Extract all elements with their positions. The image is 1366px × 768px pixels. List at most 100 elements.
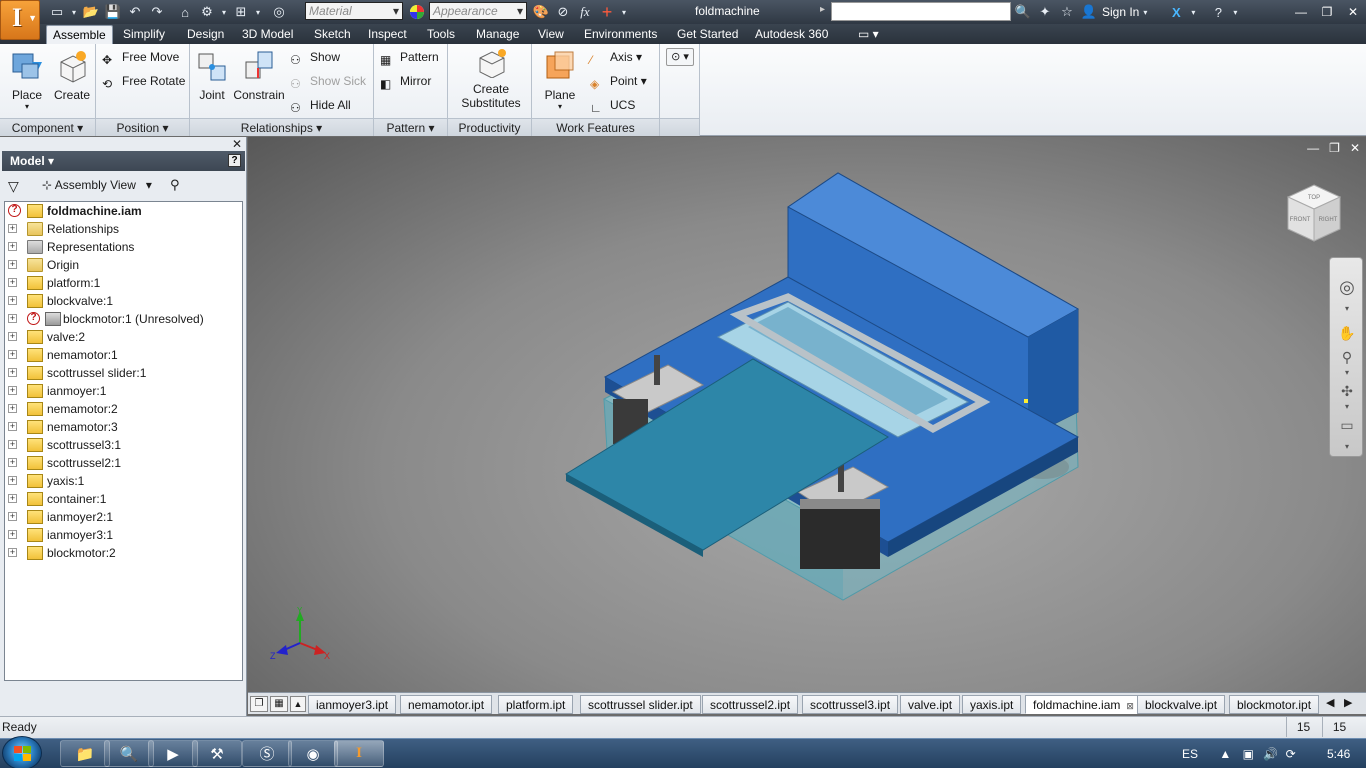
free-rotate-button[interactable]: ⟲ Free Rotate — [102, 71, 185, 91]
expand-icon[interactable]: + — [8, 278, 17, 287]
cascade-windows-icon[interactable]: ❐ — [250, 696, 268, 712]
start-button[interactable] — [2, 736, 42, 768]
expand-icon[interactable]: + — [8, 296, 17, 305]
add-icon[interactable]: + — [596, 2, 618, 22]
adjust-appearance-icon[interactable]: 🎨 — [530, 2, 552, 22]
tree-item[interactable]: + Relationships — [5, 220, 242, 238]
taskbar-explorer-button[interactable]: 📁 — [60, 740, 110, 767]
tab-autodesk-360[interactable]: Autodesk 360 — [749, 25, 834, 44]
sign-in-link[interactable]: Sign In — [1100, 5, 1139, 19]
pan-hand-icon[interactable]: ✋ — [1338, 324, 1356, 342]
language-indicator[interactable]: ES — [1182, 747, 1198, 761]
show-hidden-icons-icon[interactable]: ▲ — [1219, 747, 1231, 761]
open-icon[interactable]: 📂 — [80, 2, 102, 22]
graphics-viewport[interactable]: — ❐ ✕ TOP FRONT RIGHT ◎ ▾ ✋ ⚲ ▾ ✣ ▾ ▭ ▾ … — [248, 137, 1366, 692]
taskbar-tools-button[interactable]: ⚒ — [192, 740, 242, 767]
steering-wheel-icon[interactable]: ◎ — [1338, 278, 1356, 296]
tab-simplify[interactable]: Simplify — [117, 25, 171, 44]
expand-icon[interactable]: + — [8, 224, 17, 233]
place-button[interactable]: Place ▾ — [6, 48, 48, 111]
tab-list-icon[interactable]: ▲ — [290, 696, 306, 712]
expand-icon[interactable]: + — [8, 332, 17, 341]
tree-item[interactable]: + container:1 — [5, 490, 242, 508]
expand-icon[interactable]: + — [8, 386, 17, 395]
close-browser-icon[interactable]: ✕ — [232, 137, 242, 151]
mirror-button[interactable]: ◧ Mirror — [380, 71, 431, 91]
chevron-down-icon[interactable]: ▾ — [1338, 398, 1356, 416]
document-tab[interactable]: yaxis.ipt — [962, 695, 1022, 714]
free-move-button[interactable]: ✥ Free Move — [102, 47, 179, 67]
chevron-down-icon[interactable]: ▾ — [1229, 2, 1241, 22]
panel-title-pattern[interactable]: Pattern ▾ — [374, 118, 447, 136]
tab-3d-model[interactable]: 3D Model — [236, 25, 299, 44]
panel-title-component[interactable]: Component ▾ — [0, 118, 95, 136]
document-tab[interactable]: blockmotor.ipt — [1229, 695, 1320, 714]
tree-item[interactable]: + valve:2 — [5, 328, 242, 346]
tree-root[interactable]: ? foldmachine.iam — [5, 202, 242, 220]
expand-icon[interactable]: + — [8, 314, 17, 323]
help-search-input[interactable] — [831, 2, 1011, 21]
show-button[interactable]: ⚇ Show — [290, 47, 340, 67]
tree-item[interactable]: + ianmoyer3:1 — [5, 526, 242, 544]
tree-item[interactable]: + scottrussel3:1 — [5, 436, 242, 454]
hide-all-button[interactable]: ⚇ Hide All — [290, 95, 351, 115]
tab-manage[interactable]: Manage — [470, 25, 525, 44]
expand-icon[interactable]: + — [8, 512, 17, 521]
chevron-down-icon[interactable]: ▾ — [1338, 300, 1356, 318]
tree-item[interactable]: + scottrussel2:1 — [5, 454, 242, 472]
ribbon-options-icon[interactable]: ▭ ▾ — [852, 25, 885, 44]
expand-icon[interactable]: + — [8, 260, 17, 269]
restore-window-button[interactable]: ❐ — [1314, 0, 1340, 24]
panel-title-relationships[interactable]: Relationships ▾ — [190, 118, 373, 136]
tab-get-started[interactable]: Get Started — [671, 25, 744, 44]
tab-assemble[interactable]: Assemble — [46, 25, 113, 44]
filter-icon[interactable]: ▽ — [8, 178, 19, 195]
tab-tools[interactable]: Tools — [421, 25, 461, 44]
taskbar-skype-button[interactable]: Ⓢ — [242, 740, 292, 767]
find-binoculars-icon[interactable]: ⚲ — [170, 177, 180, 193]
sync-icon[interactable]: ⟳ — [1286, 747, 1296, 761]
tree-item[interactable]: + ianmoyer:1 — [5, 382, 242, 400]
tree-item[interactable]: + scottrussel slider:1 — [5, 364, 242, 382]
tree-item[interactable]: + nemamotor:3 — [5, 418, 242, 436]
volume-icon[interactable]: 🔊 — [1263, 747, 1278, 761]
help-icon[interactable]: ? — [228, 154, 241, 167]
save-icon[interactable]: 💾 — [102, 2, 124, 22]
document-tab[interactable]: scottrussel2.ipt — [702, 695, 799, 714]
panel-title-position[interactable]: Position ▾ — [96, 118, 189, 136]
expand-icon[interactable]: + — [8, 368, 17, 377]
create-substitutes-button[interactable]: Create Substitutes — [456, 48, 526, 110]
tree-item[interactable]: + yaxis:1 — [5, 472, 242, 490]
tree-item[interactable]: + Representations — [5, 238, 242, 256]
appearance-combo[interactable]: Appearance — [429, 2, 527, 20]
scroll-right-icon[interactable]: ▶ — [1344, 696, 1352, 709]
ucs-button[interactable]: ∟ UCS — [590, 95, 635, 115]
tree-item[interactable]: + nemamotor:1 — [5, 346, 242, 364]
tree-item[interactable]: + blockmotor:2 — [5, 544, 242, 562]
joint-button[interactable]: Joint — [194, 48, 230, 102]
expand-icon[interactable]: + — [8, 476, 17, 485]
document-tab[interactable]: scottrussel slider.ipt — [580, 695, 701, 714]
document-tab[interactable]: scottrussel3.ipt — [802, 695, 899, 714]
expand-icon[interactable]: + — [8, 350, 17, 359]
document-tab[interactable]: foldmachine.iam ⊠ — [1025, 695, 1142, 714]
chevron-down-icon[interactable]: ▾ — [68, 2, 80, 22]
select-icon[interactable]: ⊞ — [230, 2, 252, 22]
favorites-star-icon[interactable]: ☆ — [1056, 2, 1078, 22]
document-tab[interactable]: nemamotor.ipt — [400, 695, 493, 714]
document-tab[interactable]: valve.ipt — [900, 695, 961, 714]
document-tab[interactable]: platform.ipt — [498, 695, 574, 714]
view-cube[interactable]: TOP FRONT RIGHT — [1284, 181, 1344, 245]
user-icon[interactable]: 👤 — [1078, 2, 1100, 22]
assembly-3d-model[interactable] — [248, 137, 1366, 692]
clear-appearance-icon[interactable]: ⊘ — [552, 2, 574, 22]
binoculars-icon[interactable]: 🔍 — [1012, 2, 1034, 22]
tab-view[interactable]: View — [532, 25, 570, 44]
tree-item[interactable]: + Origin — [5, 256, 242, 274]
tile-windows-icon[interactable]: ▦ — [270, 696, 288, 712]
material-combo[interactable]: Material — [305, 2, 403, 20]
close-tab-icon[interactable]: ⊠ — [1126, 701, 1134, 711]
chevron-down-icon[interactable]: ▾ — [1338, 364, 1356, 382]
assembly-view-dropdown[interactable]: ⊹ Assembly View ▾ — [42, 178, 152, 192]
expand-icon[interactable]: + — [8, 458, 17, 467]
